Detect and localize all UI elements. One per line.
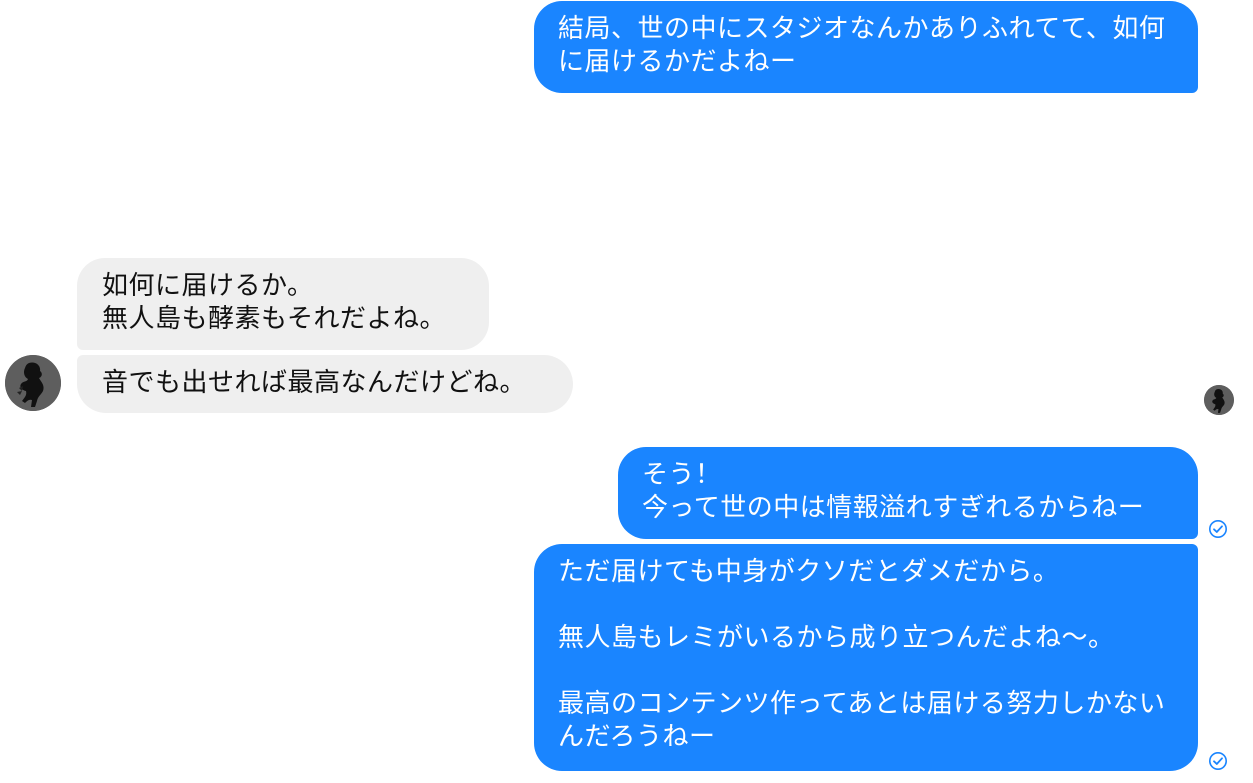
outgoing-message-bubble[interactable]: ただ届けても中身がクソだとダメだから。 無人島もレミがいるから成り立つんだよね〜… — [534, 544, 1198, 771]
incoming-message-bubble[interactable]: 音でも出せれば最高なんだけどね。 — [77, 355, 573, 413]
delivered-check-icon — [1208, 751, 1228, 771]
outgoing-message-bubble[interactable]: 結局、世の中にスタジオなんかありふれてて、如何に届けるかだよねー — [534, 1, 1198, 93]
outgoing-message-bubble[interactable]: そう！ 今って世の中は情報溢れすぎれるからねー — [618, 447, 1198, 539]
read-receipt-avatar-icon — [1204, 385, 1234, 415]
contact-avatar-icon[interactable] — [5, 355, 61, 411]
incoming-message-bubble[interactable]: 如何に届けるか。 無人島も酵素もそれだよね。 — [77, 258, 489, 350]
delivered-check-icon — [1208, 519, 1228, 539]
